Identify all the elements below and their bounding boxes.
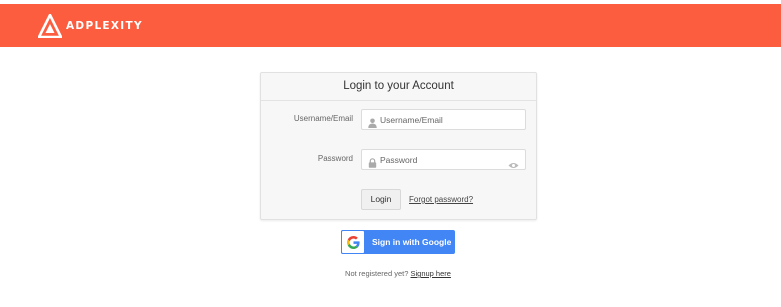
- username-input[interactable]: [380, 110, 500, 129]
- signup-prompt: Not registered yet? Signup here: [0, 269, 781, 278]
- forgot-password-link[interactable]: Forgot password?: [409, 195, 473, 204]
- google-signin-button[interactable]: Sign in with Google: [341, 230, 455, 254]
- login-card-title: Login to your Account: [261, 73, 536, 101]
- password-label: Password: [317, 154, 353, 163]
- signup-link[interactable]: Signup here: [411, 269, 451, 278]
- eye-icon[interactable]: [508, 156, 519, 174]
- top-bar: ADPLEXITY: [0, 4, 781, 47]
- login-button[interactable]: Login: [361, 189, 401, 210]
- brand-name: ADPLEXITY: [66, 20, 143, 32]
- adplexity-logo-icon: [38, 14, 62, 38]
- google-signin-label: Sign in with Google: [372, 237, 452, 247]
- password-row: Password: [261, 149, 536, 171]
- login-card: Login to your Account Username/Email Pas…: [260, 72, 537, 220]
- password-input[interactable]: [380, 150, 500, 169]
- brand-logo[interactable]: ADPLEXITY: [38, 14, 143, 38]
- password-field[interactable]: [361, 149, 526, 170]
- signup-prompt-text: Not registered yet?: [345, 269, 409, 278]
- lock-icon: [368, 155, 377, 173]
- user-icon: [368, 115, 377, 133]
- username-label: Username/Email: [293, 114, 353, 123]
- username-row: Username/Email: [261, 109, 536, 131]
- username-field[interactable]: [361, 109, 526, 130]
- google-icon: [341, 230, 365, 254]
